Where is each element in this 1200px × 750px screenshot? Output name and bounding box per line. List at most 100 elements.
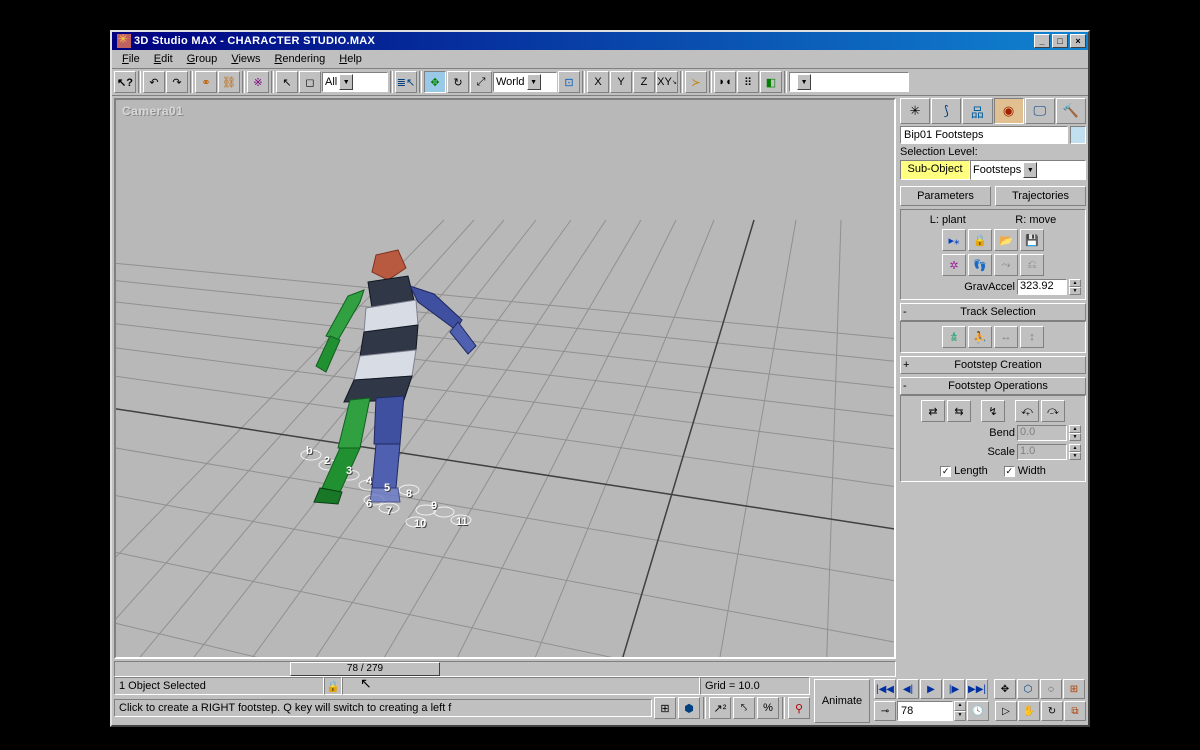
bend-spinner[interactable]: ▲▼ (1069, 425, 1081, 441)
next-frame-icon[interactable]: |▶ (943, 679, 965, 699)
track-figure-icon[interactable]: ⛹ (968, 326, 992, 348)
footop-4-icon[interactable]: ⤽ (1015, 400, 1039, 422)
maximize-button[interactable]: □ (1052, 34, 1068, 48)
rollout-footstep-creation[interactable]: +Footstep Creation (900, 356, 1086, 374)
move-tool-icon[interactable]: ✥ (424, 71, 446, 93)
viewport-nav-8-icon[interactable]: ⧉ (1064, 701, 1086, 721)
coord-system-combo[interactable]: World ▼ (493, 72, 557, 92)
snap-toggle-icon[interactable]: ⊞ (654, 697, 676, 719)
percent-snap-icon[interactable]: ↗² (709, 697, 731, 719)
array-icon[interactable]: ⠿ (737, 71, 759, 93)
goto-end-icon[interactable]: ▶▶| (966, 679, 988, 699)
viewport[interactable]: Camera01 (114, 98, 896, 659)
select-arrow-icon[interactable]: ↖ (276, 71, 298, 93)
select-region-icon[interactable]: ◻ (299, 71, 321, 93)
key-mode-icon[interactable]: ⊸ (874, 701, 896, 721)
percent-icon[interactable]: % (757, 697, 779, 719)
play-icon[interactable]: ▶ (920, 679, 942, 699)
lock-selection-icon[interactable]: 🔒 (324, 677, 342, 695)
subobject-mode-combo[interactable]: Footsteps ▼ (970, 160, 1086, 180)
subobject-button[interactable]: Sub-Object (900, 160, 970, 180)
track-body-icon[interactable]: 𖠋 (942, 326, 966, 348)
tab-parameters[interactable]: Parameters (900, 186, 991, 206)
viewport-nav-5-icon[interactable]: ▷ (995, 701, 1017, 721)
tab-utilities-icon[interactable]: 🔨 (1056, 98, 1086, 124)
undo-icon[interactable]: ↶ (143, 71, 165, 93)
menu-file[interactable]: File (116, 52, 146, 66)
width-checkbox[interactable]: ✓Width (1004, 465, 1046, 477)
tab-display-icon[interactable]: 🖵 (1025, 98, 1055, 124)
menu-help[interactable]: Help (333, 52, 368, 66)
tab-create-icon[interactable]: ✳ (900, 98, 930, 124)
figure-mode-icon[interactable]: ✲ (942, 254, 966, 276)
save-icon[interactable]: 💾 (1020, 229, 1044, 251)
time-slider-thumb[interactable]: 78 / 279 (290, 662, 440, 676)
pivot-icon[interactable]: ⊡ (558, 71, 580, 93)
gravaccel-spinner[interactable]: ▲▼ (1069, 279, 1081, 295)
rotate-tool-icon[interactable]: ↻ (447, 71, 469, 93)
time-slider[interactable]: 78 / 279 (114, 661, 896, 677)
track-horizontal-icon[interactable]: ↔ (994, 326, 1018, 348)
rollout-footstep-operations[interactable]: -Footstep Operations (900, 377, 1086, 395)
ik-icon[interactable]: ≻ (685, 71, 707, 93)
lock-icon[interactable]: 🔒 (968, 229, 992, 251)
close-button[interactable]: × (1070, 34, 1086, 48)
scale-spinner[interactable]: ▲▼ (1069, 444, 1081, 460)
scale-tool-icon[interactable]: ⤢ (470, 71, 492, 93)
footstep-number: 2 (324, 455, 330, 467)
viewport-nav-2-icon[interactable]: ⬡ (1017, 679, 1039, 699)
unlink-icon[interactable]: ⛓ (218, 71, 240, 93)
snap-options-icon[interactable]: ⚲ (788, 697, 810, 719)
object-color-swatch[interactable] (1070, 126, 1086, 144)
footstep-mode-icon[interactable]: 👣 (968, 254, 992, 276)
footop-5-icon[interactable]: ⤼ (1041, 400, 1065, 422)
link-icon[interactable]: ⚭ (195, 71, 217, 93)
align-icon[interactable]: ◧ (760, 71, 782, 93)
mixer-icon[interactable]: ⎌ (1020, 254, 1044, 276)
tab-trajectories[interactable]: Trajectories (995, 186, 1086, 206)
selection-filter-combo[interactable]: All ▼ (322, 72, 388, 92)
object-name-field[interactable]: Bip01 Footsteps (900, 126, 1068, 144)
menu-group[interactable]: Group (181, 52, 224, 66)
bind-icon[interactable]: ※ (247, 71, 269, 93)
track-vertical-icon[interactable]: ↕ (1020, 326, 1044, 348)
length-checkbox[interactable]: ✓Length (940, 465, 988, 477)
menu-views[interactable]: Views (225, 52, 266, 66)
tab-modify-icon[interactable]: ⟆ (931, 98, 961, 124)
viewport-nav-7-icon[interactable]: ↻ (1041, 701, 1063, 721)
spinner-snap-icon[interactable]: ⤣ (733, 697, 755, 719)
help-tool-icon[interactable]: ↖? (114, 71, 136, 93)
redo-icon[interactable]: ↷ (166, 71, 188, 93)
axis-xy-button[interactable]: XY↘ (656, 71, 678, 93)
minimize-button[interactable]: _ (1034, 34, 1050, 48)
frame-spinner[interactable]: ▲ ▼ (954, 701, 966, 721)
animate-button[interactable]: Animate (814, 679, 870, 723)
gravaccel-field[interactable]: 323.92 (1017, 279, 1067, 295)
angle-snap-icon[interactable]: ⬢ (678, 697, 700, 719)
menu-rendering[interactable]: Rendering (268, 52, 331, 66)
open-icon[interactable]: 📂 (994, 229, 1018, 251)
tab-hierarchy-icon[interactable]: 品 (962, 98, 992, 124)
named-selection-combo[interactable]: ▼ (789, 72, 909, 92)
footop-1-icon[interactable]: ⇄ (921, 400, 945, 422)
tab-motion-icon[interactable]: ◉ (994, 98, 1024, 124)
axis-x-button[interactable]: X (587, 71, 609, 93)
viewport-nav-1-icon[interactable]: ✥ (994, 679, 1016, 699)
footop-2-icon[interactable]: ⇆ (947, 400, 971, 422)
select-by-name-icon[interactable]: ≣↖ (395, 71, 417, 93)
biped-play-icon[interactable]: ▸⁎ (942, 229, 966, 251)
menu-edit[interactable]: Edit (148, 52, 179, 66)
viewport-nav-3-icon[interactable]: ◌ (1040, 679, 1062, 699)
footop-3-icon[interactable]: ↯ (981, 400, 1005, 422)
mirror-icon[interactable]: ◗◖ (714, 71, 736, 93)
goto-start-icon[interactable]: |◀◀ (874, 679, 896, 699)
prev-frame-icon[interactable]: ◀| (897, 679, 919, 699)
viewport-nav-6-icon[interactable]: ✋ (1018, 701, 1040, 721)
current-frame-field[interactable]: 78 (897, 701, 953, 721)
viewport-nav-4-icon[interactable]: ⊞ (1063, 679, 1085, 699)
rollout-track-selection[interactable]: -Track Selection (900, 303, 1086, 321)
time-config-icon[interactable]: 🕓 (967, 701, 989, 721)
motion-flow-icon[interactable]: ⤳ (994, 254, 1018, 276)
axis-y-button[interactable]: Y (610, 71, 632, 93)
axis-z-button[interactable]: Z (633, 71, 655, 93)
